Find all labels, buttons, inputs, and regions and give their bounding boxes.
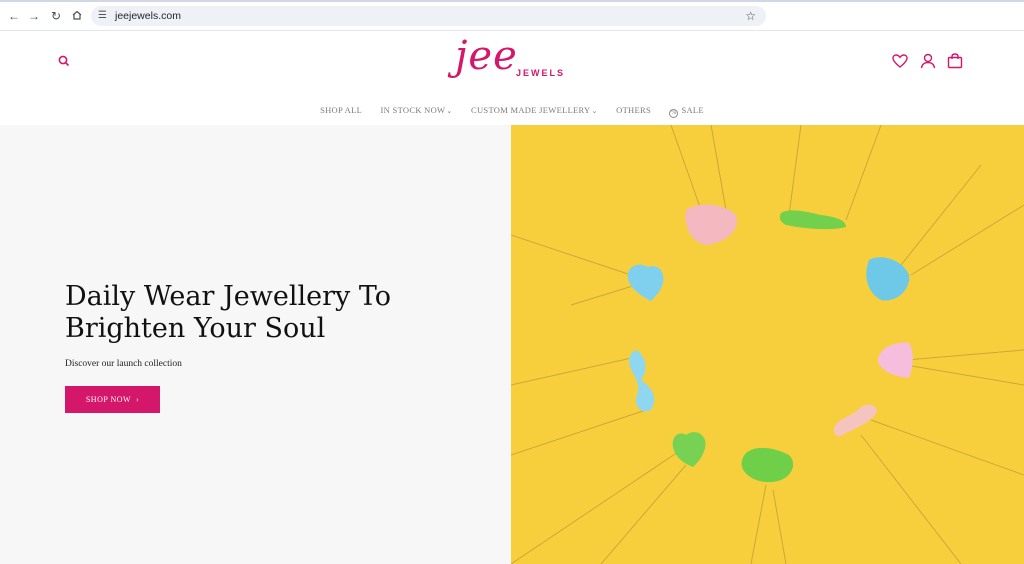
hero-text-panel: Daily Wear Jewellery To Brighten Your So… bbox=[0, 125, 511, 564]
chevron-down-icon: ⌄ bbox=[446, 107, 453, 115]
menu-item-custom-made-jewellery[interactable]: CUSTOM MADE JEWELLERY⌄ bbox=[471, 102, 598, 119]
menu-item-in-stock-now[interactable]: IN STOCK NOW⌄ bbox=[381, 102, 453, 119]
menu-item-sale[interactable]: % SALE bbox=[669, 102, 704, 118]
search-icon[interactable] bbox=[57, 54, 71, 68]
menu-label: SHOP ALL bbox=[320, 105, 363, 115]
url-text[interactable]: jeejewels.com bbox=[115, 9, 181, 23]
reload-icon[interactable]: ↻ bbox=[49, 9, 63, 23]
arrow-right-icon[interactable]: → bbox=[27, 9, 41, 23]
chevron-down-icon: ⌄ bbox=[591, 107, 598, 115]
menu-item-others[interactable]: OTHERS bbox=[616, 102, 651, 118]
shop-now-label: SHOP NOW bbox=[85, 395, 131, 404]
logo[interactable]: jee JEWELS bbox=[455, 33, 567, 90]
pendant-blue-heart bbox=[627, 264, 664, 301]
site-header: jee JEWELS SHOP ALL IN STOCK NOW⌄ CUSTOM… bbox=[0, 32, 1024, 125]
logo-script: jee bbox=[455, 33, 518, 79]
pendant-blue-script-2 bbox=[628, 350, 655, 412]
logo-subtext: JEWELS bbox=[516, 68, 566, 78]
hero-image bbox=[511, 125, 1024, 564]
menu-label: OTHERS bbox=[616, 105, 651, 115]
menu-item-shop-all[interactable]: SHOP ALL bbox=[320, 102, 362, 118]
home-icon[interactable] bbox=[70, 9, 84, 23]
address-bar[interactable]: ☰ jeejewels.com ☆ bbox=[91, 6, 766, 26]
chevron-right-icon: › bbox=[133, 395, 140, 404]
shop-now-button[interactable]: SHOP NOW › bbox=[65, 386, 160, 413]
menu-label: IN STOCK NOW bbox=[380, 105, 446, 115]
sale-icon: % bbox=[669, 109, 679, 118]
pendant-blue-script bbox=[866, 257, 910, 301]
pendant-pink-script-2 bbox=[833, 404, 877, 437]
arrow-left-icon[interactable]: ← bbox=[7, 9, 21, 23]
user-icon[interactable] bbox=[919, 52, 937, 70]
menu-label: CUSTOM MADE JEWELLERY bbox=[471, 105, 591, 115]
browser-top-border bbox=[0, 0, 1024, 2]
pendant-green-script-2 bbox=[741, 447, 794, 483]
tune-icon[interactable]: ☰ bbox=[98, 9, 110, 23]
main-menu: SHOP ALL IN STOCK NOW⌄ CUSTOM MADE JEWEL… bbox=[0, 100, 1024, 119]
browser-toolbar: ← → ↻ ☰ jeejewels.com ☆ bbox=[0, 0, 1024, 31]
hero-subtitle: Discover our launch collection bbox=[65, 359, 182, 369]
pendant-pink-heart bbox=[878, 342, 913, 378]
heart-icon[interactable] bbox=[891, 52, 909, 70]
pendant-pink-script bbox=[685, 204, 737, 245]
bag-icon[interactable] bbox=[946, 52, 964, 70]
hero-title-line2: Brighten Your Soul bbox=[65, 313, 326, 344]
pendant-green-script bbox=[779, 210, 846, 230]
pendant-green-heart bbox=[672, 432, 706, 467]
menu-label: SALE bbox=[681, 105, 704, 115]
star-icon[interactable]: ☆ bbox=[745, 8, 756, 24]
necklace-illustration bbox=[511, 125, 1024, 564]
hero-title: Daily Wear Jewellery To Brighten Your So… bbox=[65, 281, 465, 345]
hero-title-line1: Daily Wear Jewellery To bbox=[65, 281, 392, 312]
